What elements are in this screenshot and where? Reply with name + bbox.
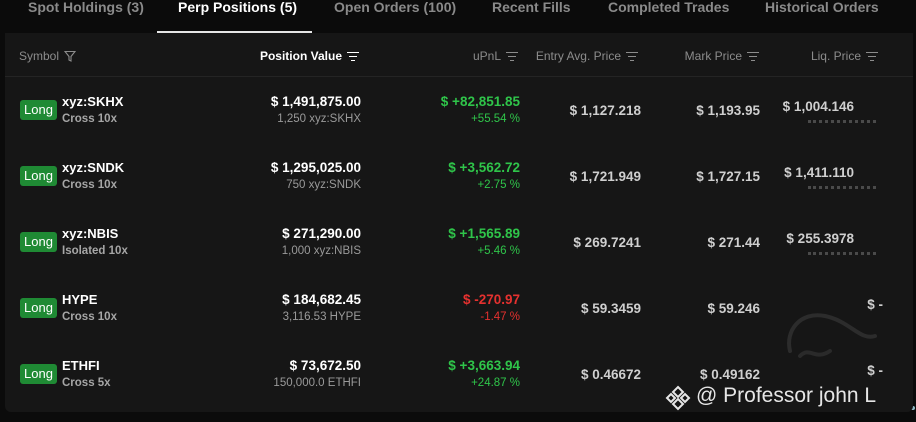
positions-table: Symbol Position Value uPnL Entry Avg. Pr… <box>5 33 913 412</box>
sort-icon[interactable] <box>506 51 518 61</box>
column-position-value[interactable]: Position Value <box>235 49 359 63</box>
liq-price: $ 1,411.110 <box>784 165 854 180</box>
liq-dotted-underline <box>808 186 876 189</box>
symbol-name[interactable]: ETHFI <box>62 358 100 373</box>
long-badge: Long <box>20 232 57 252</box>
mark-price: $ 1,727.15 <box>696 169 760 184</box>
upnl-percent: -1.47 % <box>480 311 520 323</box>
column-symbol-label: Symbol <box>19 49 60 63</box>
position-size: 750 xyz:SNDK <box>286 179 361 191</box>
tab-recent-fills[interactable]: Recent Fills <box>492 0 571 32</box>
position-value: $ 1,491,875.00 <box>270 94 361 109</box>
upnl-value: $ +3,562.72 <box>448 160 520 175</box>
tab-spot-holdings[interactable]: Spot Holdings (3) <box>28 0 144 32</box>
margin-mode: Cross 5x <box>62 377 111 389</box>
margin-mode: Cross 10x <box>62 311 117 323</box>
tab-open-orders[interactable]: Open Orders (100) <box>334 0 456 32</box>
entry-price: $ 0.46672 <box>580 367 641 382</box>
column-position-value-label: Position Value <box>259 49 342 63</box>
upnl-value: $ -270.97 <box>462 292 520 307</box>
liq-price: $ 255.3978 <box>786 231 854 246</box>
margin-mode: Cross 10x <box>62 113 117 125</box>
column-mark-price[interactable]: Mark Price <box>665 49 759 63</box>
mark-price: $ 1,193.95 <box>696 103 760 118</box>
symbol-name[interactable]: xyz:SNDK <box>62 160 124 175</box>
liq-dotted-underline <box>808 120 876 123</box>
tab-perp-positions[interactable]: Perp Positions (5) <box>178 0 297 32</box>
sort-icon[interactable] <box>347 51 359 61</box>
upnl-value: $ +3,663.94 <box>448 358 520 373</box>
binance-logo-icon <box>665 385 691 411</box>
table-row[interactable]: Long xyz:SNDK Cross 10x $ 1,295,025.00 7… <box>5 143 913 209</box>
position-value: $ 271,290.00 <box>282 226 361 241</box>
mark-price: $ 59.246 <box>707 301 760 316</box>
position-size: 1,250 xyz:SKHX <box>277 113 361 125</box>
long-badge: Long <box>20 100 57 120</box>
position-size: 1,000 xyz:NBIS <box>281 245 361 257</box>
decorative-watermark-icon <box>787 313 877 358</box>
column-liq-price-label: Liq. Price <box>810 49 861 63</box>
upnl-percent: +55.54 % <box>471 113 520 125</box>
position-value: $ 1,295,025.00 <box>270 160 361 175</box>
column-mark-price-label: Mark Price <box>684 49 742 63</box>
upnl-percent: +2.75 % <box>477 179 520 191</box>
position-value: $ 184,682.45 <box>282 292 361 307</box>
column-upnl[interactable]: uPnL <box>435 49 518 63</box>
position-value: $ 73,672.50 <box>289 358 361 373</box>
upnl-value: $ +1,565.89 <box>448 226 520 241</box>
table-header: Symbol Position Value uPnL Entry Avg. Pr… <box>5 33 913 77</box>
symbol-name[interactable]: HYPE <box>62 292 97 307</box>
upnl-percent: +5.46 % <box>477 245 520 257</box>
column-liq-price[interactable]: Liq. Price <box>795 49 878 63</box>
entry-price: $ 1,721.949 <box>569 169 641 184</box>
position-size: 150,000.0 ETHFI <box>273 377 361 389</box>
watermark-text: @ Professor john L <box>696 384 877 407</box>
entry-price: $ 269.7241 <box>573 235 641 250</box>
entry-price: $ 1,127.218 <box>569 103 641 118</box>
liq-dotted-underline <box>808 252 876 255</box>
position-size: 3,116.53 HYPE <box>282 311 361 323</box>
liq-price: $ 1,004.146 <box>782 99 854 114</box>
column-entry-price-label: Entry Avg. Price <box>535 49 621 63</box>
upnl-percent: +24.87 % <box>471 377 520 389</box>
column-entry-price[interactable]: Entry Avg. Price <box>525 49 638 63</box>
tab-completed-trades[interactable]: Completed Trades <box>608 0 729 32</box>
upnl-value: $ +82,851.85 <box>440 94 520 109</box>
sort-icon[interactable] <box>626 51 638 61</box>
table-row[interactable]: Long xyz:NBIS Isolated 10x $ 271,290.00 … <box>5 209 913 275</box>
column-upnl-label: uPnL <box>472 49 501 63</box>
entry-price: $ 59.3459 <box>580 301 641 316</box>
tab-historical-orders[interactable]: Historical Orders <box>765 0 879 32</box>
long-badge: Long <box>20 298 57 318</box>
filter-icon[interactable] <box>64 50 77 62</box>
margin-mode: Cross 10x <box>62 179 117 191</box>
mark-price: $ 271.44 <box>707 235 760 250</box>
long-badge: Long <box>20 364 57 384</box>
table-row[interactable]: Long HYPE Cross 10x $ 184,682.45 3,116.5… <box>5 275 913 341</box>
tab-bar: Spot Holdings (3) Perp Positions (5) Ope… <box>0 0 916 33</box>
sort-icon[interactable] <box>747 51 759 61</box>
symbol-name[interactable]: xyz:NBIS <box>62 226 118 241</box>
column-symbol[interactable]: Symbol <box>19 49 77 63</box>
symbol-name[interactable]: xyz:SKHX <box>62 94 123 109</box>
margin-mode: Isolated 10x <box>62 245 128 257</box>
table-row[interactable]: Long xyz:SKHX Cross 10x $ 1,491,875.00 1… <box>5 77 913 143</box>
long-badge: Long <box>20 166 57 186</box>
mark-price: $ 0.49162 <box>699 367 760 382</box>
sort-icon[interactable] <box>866 51 878 61</box>
